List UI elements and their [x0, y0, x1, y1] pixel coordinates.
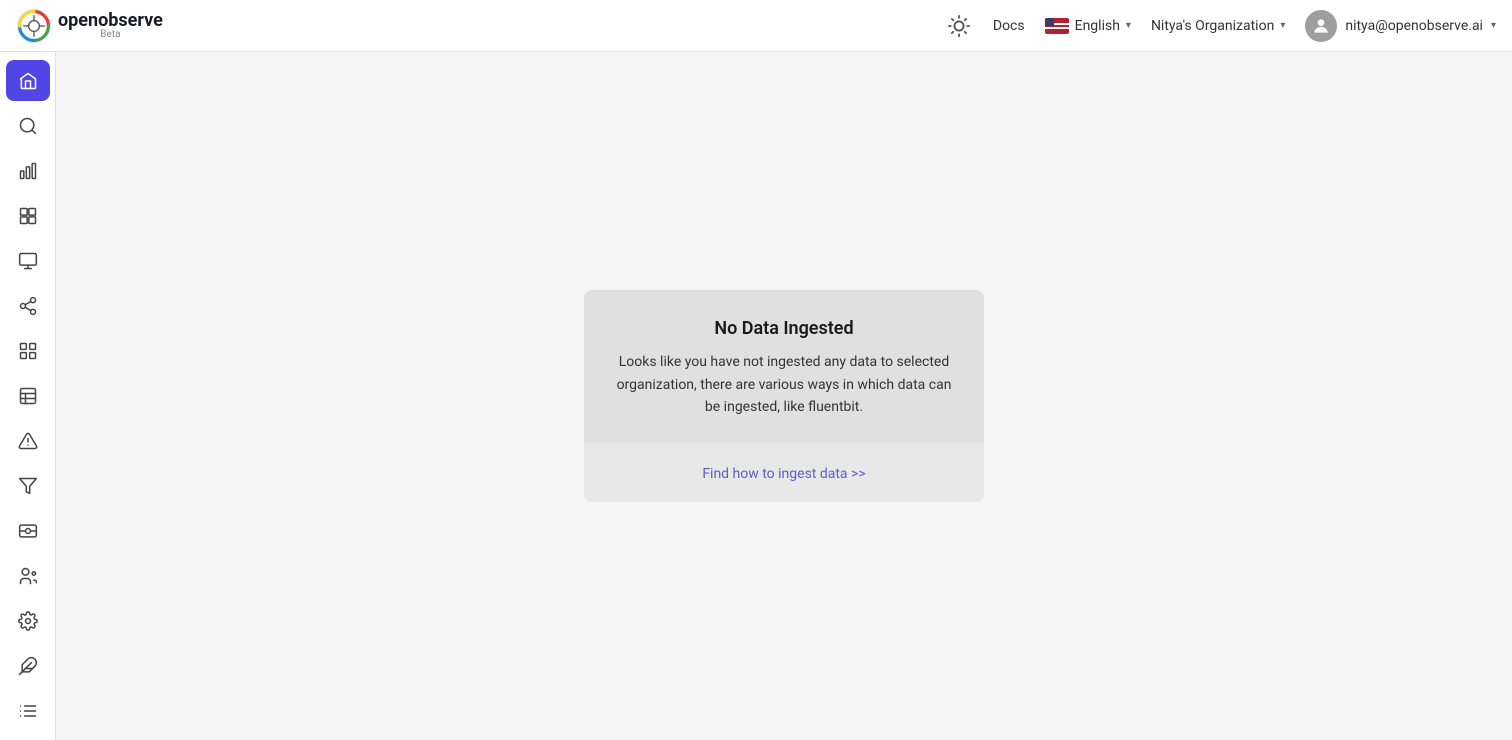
no-data-top: No Data Ingested Looks like you have not… [584, 290, 984, 442]
docs-link[interactable]: Docs [993, 18, 1025, 34]
user-email: nitya@openobserve.ai [1345, 18, 1483, 34]
org-chevron-icon: ▾ [1280, 20, 1285, 31]
sidebar-item-logs[interactable] [6, 691, 50, 732]
user-section[interactable]: nitya@openobserve.ai ▾ [1305, 10, 1496, 42]
org-label: Nitya's Organization [1151, 18, 1274, 34]
sidebar-item-monitor[interactable] [6, 240, 50, 281]
no-data-bottom: Find how to ingest data >> [584, 443, 984, 502]
sidebar-item-dashboard[interactable] [6, 195, 50, 236]
header-right: Docs English ▾ Nitya's Organization ▾ ni… [945, 10, 1496, 42]
sidebar-item-home[interactable] [6, 60, 50, 101]
sidebar-item-integrations[interactable] [6, 646, 50, 687]
header-left: openobserve Beta [16, 8, 163, 44]
sidebar-item-table[interactable] [6, 375, 50, 416]
logo-icon [16, 8, 52, 44]
sidebar-item-search[interactable] [6, 105, 50, 146]
logo-name: openobserve [58, 12, 163, 30]
us-flag-icon [1045, 18, 1069, 34]
theme-toggle-button[interactable] [945, 12, 973, 40]
sidebar [0, 52, 56, 740]
sidebar-item-filter[interactable] [6, 466, 50, 507]
no-data-description: Looks like you have not ingested any dat… [616, 351, 952, 418]
sidebar-item-metrics[interactable] [6, 150, 50, 191]
app-body: No Data Ingested Looks like you have not… [0, 52, 1512, 740]
sidebar-item-alerts[interactable] [6, 421, 50, 462]
sidebar-item-settings[interactable] [6, 601, 50, 642]
language-label: English [1075, 18, 1120, 34]
no-data-title: No Data Ingested [616, 318, 952, 339]
no-data-card: No Data Ingested Looks like you have not… [584, 290, 984, 501]
sidebar-item-iam[interactable] [6, 556, 50, 597]
sidebar-item-pipeline[interactable] [6, 285, 50, 326]
logo-beta: Beta [58, 30, 163, 40]
org-selector[interactable]: Nitya's Organization ▾ [1151, 18, 1285, 34]
avatar [1305, 10, 1337, 42]
sidebar-item-apps[interactable] [6, 330, 50, 371]
language-chevron-icon: ▾ [1126, 20, 1131, 31]
ingest-data-link[interactable]: Find how to ingest data >> [702, 466, 865, 482]
sidebar-item-ingest[interactable] [6, 511, 50, 552]
header: openobserve Beta Docs English ▾ [0, 0, 1512, 52]
logo-text: openobserve Beta [58, 12, 163, 40]
main-content: No Data Ingested Looks like you have not… [56, 52, 1512, 740]
user-chevron-icon: ▾ [1491, 20, 1496, 31]
language-selector[interactable]: English ▾ [1045, 18, 1131, 34]
